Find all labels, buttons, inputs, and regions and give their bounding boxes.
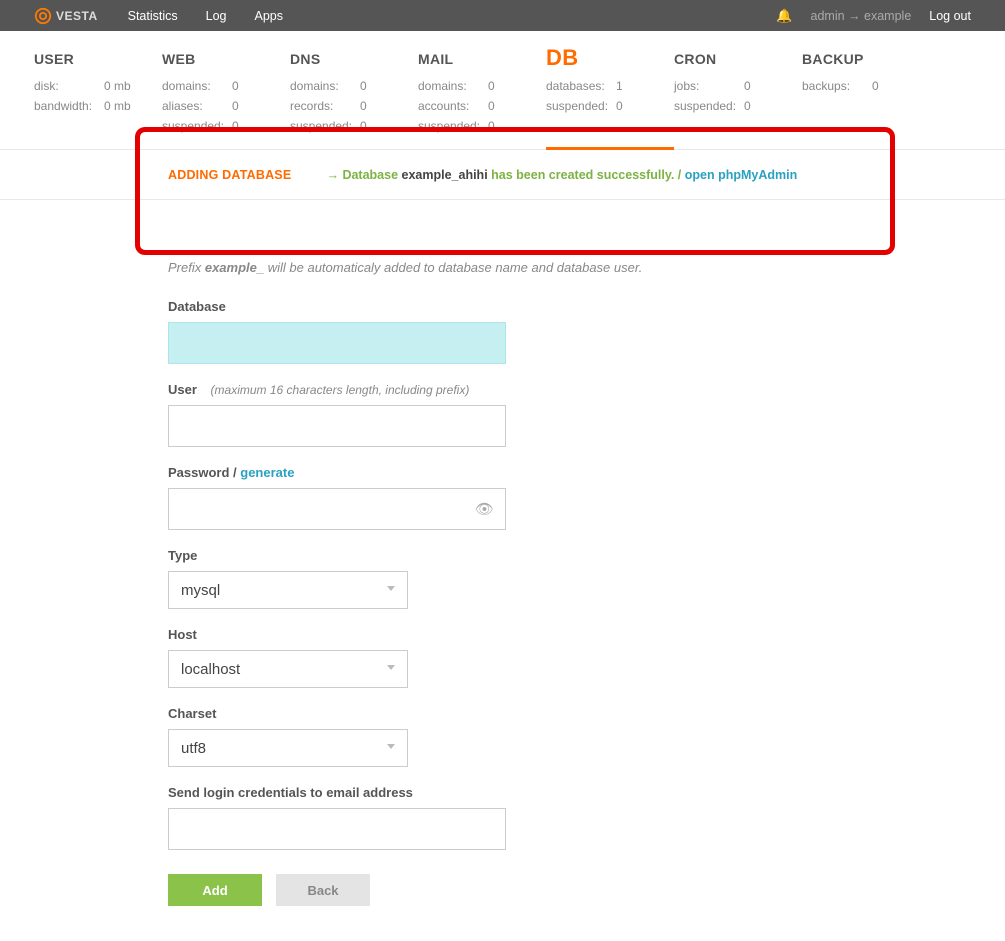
tab-dns-title: DNS (290, 51, 418, 67)
tab-web[interactable]: WEB domains:0 aliases:0 suspended:0 (162, 51, 290, 139)
field-host: Host localhost (168, 627, 700, 688)
email-input[interactable] (168, 808, 506, 850)
adding-database-title: ADDING DATABASE (168, 168, 323, 182)
charset-label: Charset (168, 706, 700, 721)
tab-cron-title: CRON (674, 51, 802, 67)
nav-apps[interactable]: Apps (255, 9, 284, 23)
chevron-down-icon (387, 744, 395, 749)
action-row: ADDING DATABASE → Database example_ahihi… (0, 150, 1005, 200)
field-user: User (maximum 16 characters length, incl… (168, 382, 700, 447)
prefix-note: Prefix example_ will be automaticaly add… (168, 260, 700, 275)
charset-select[interactable]: utf8 (168, 729, 408, 767)
field-password: Password / generate 👁 (168, 465, 700, 530)
tab-cron[interactable]: CRON jobs:0 suspended:0 (674, 51, 802, 139)
logout-link[interactable]: Log out (929, 9, 971, 23)
field-database: Database (168, 299, 700, 364)
chevron-down-icon (387, 665, 395, 670)
add-database-form: Prefix example_ will be automaticaly add… (0, 200, 700, 926)
password-input[interactable] (168, 488, 506, 530)
success-text: has been created successfully. / (488, 168, 685, 182)
back-button[interactable]: Back (276, 874, 370, 906)
topbar: VESTA Statistics Log Apps 🔔 admin → exam… (0, 0, 1005, 31)
topnav-left: Statistics Log Apps (128, 9, 283, 23)
tab-user[interactable]: USER disk:0 mb bandwidth:0 mb (34, 51, 162, 139)
active-tab-underline (546, 147, 674, 150)
tab-web-title: WEB (162, 51, 290, 67)
type-select[interactable]: mysql (168, 571, 408, 609)
field-type: Type mysql (168, 548, 700, 609)
brand-text: VESTA (56, 9, 98, 23)
user-breadcrumb[interactable]: admin → example (811, 9, 912, 23)
tab-backup-title: BACKUP (802, 51, 930, 67)
notice-region: ADDING DATABASE → Database example_ahihi… (0, 150, 1005, 200)
success-dbname: example_ahihi (402, 168, 488, 182)
topnav-right: 🔔 admin → example Log out (776, 8, 971, 24)
category-tabs: USER disk:0 mb bandwidth:0 mb WEB domain… (0, 31, 1005, 150)
bell-icon[interactable]: 🔔 (776, 8, 792, 24)
chevron-down-icon (387, 586, 395, 591)
tab-mail[interactable]: MAIL domains:0 accounts:0 suspended:0 (418, 51, 546, 139)
database-label: Database (168, 299, 700, 314)
tab-backup[interactable]: BACKUP backups:0 (802, 51, 930, 139)
user-input[interactable] (168, 405, 506, 447)
generate-link[interactable]: generate (240, 465, 294, 480)
tab-db[interactable]: DB databases:1 suspended:0 (546, 51, 674, 139)
success-arrow: → Database (326, 168, 401, 182)
email-label: Send login credentials to email address (168, 785, 700, 800)
tab-db-title: DB (546, 45, 674, 71)
nav-statistics[interactable]: Statistics (128, 9, 178, 23)
tab-dns[interactable]: DNS domains:0 records:0 suspended:0 (290, 51, 418, 139)
field-charset: Charset utf8 (168, 706, 700, 767)
eye-icon[interactable]: 👁 (475, 500, 494, 518)
user-hint: (maximum 16 characters length, including… (211, 383, 470, 397)
vesta-logo-icon (34, 7, 52, 25)
password-label: Password / generate (168, 465, 700, 480)
database-input[interactable] (168, 322, 506, 364)
brand-logo[interactable]: VESTA (34, 7, 98, 25)
tab-user-title: USER (34, 51, 162, 67)
tab-mail-title: MAIL (418, 51, 546, 67)
nav-log[interactable]: Log (206, 9, 227, 23)
field-email: Send login credentials to email address (168, 785, 700, 850)
user-label: User (maximum 16 characters length, incl… (168, 382, 700, 397)
form-buttons: Add Back (168, 874, 700, 906)
type-label: Type (168, 548, 700, 563)
open-phpmyadmin-link[interactable]: open phpMyAdmin (685, 168, 798, 182)
host-select[interactable]: localhost (168, 650, 408, 688)
host-label: Host (168, 627, 700, 642)
add-button[interactable]: Add (168, 874, 262, 906)
